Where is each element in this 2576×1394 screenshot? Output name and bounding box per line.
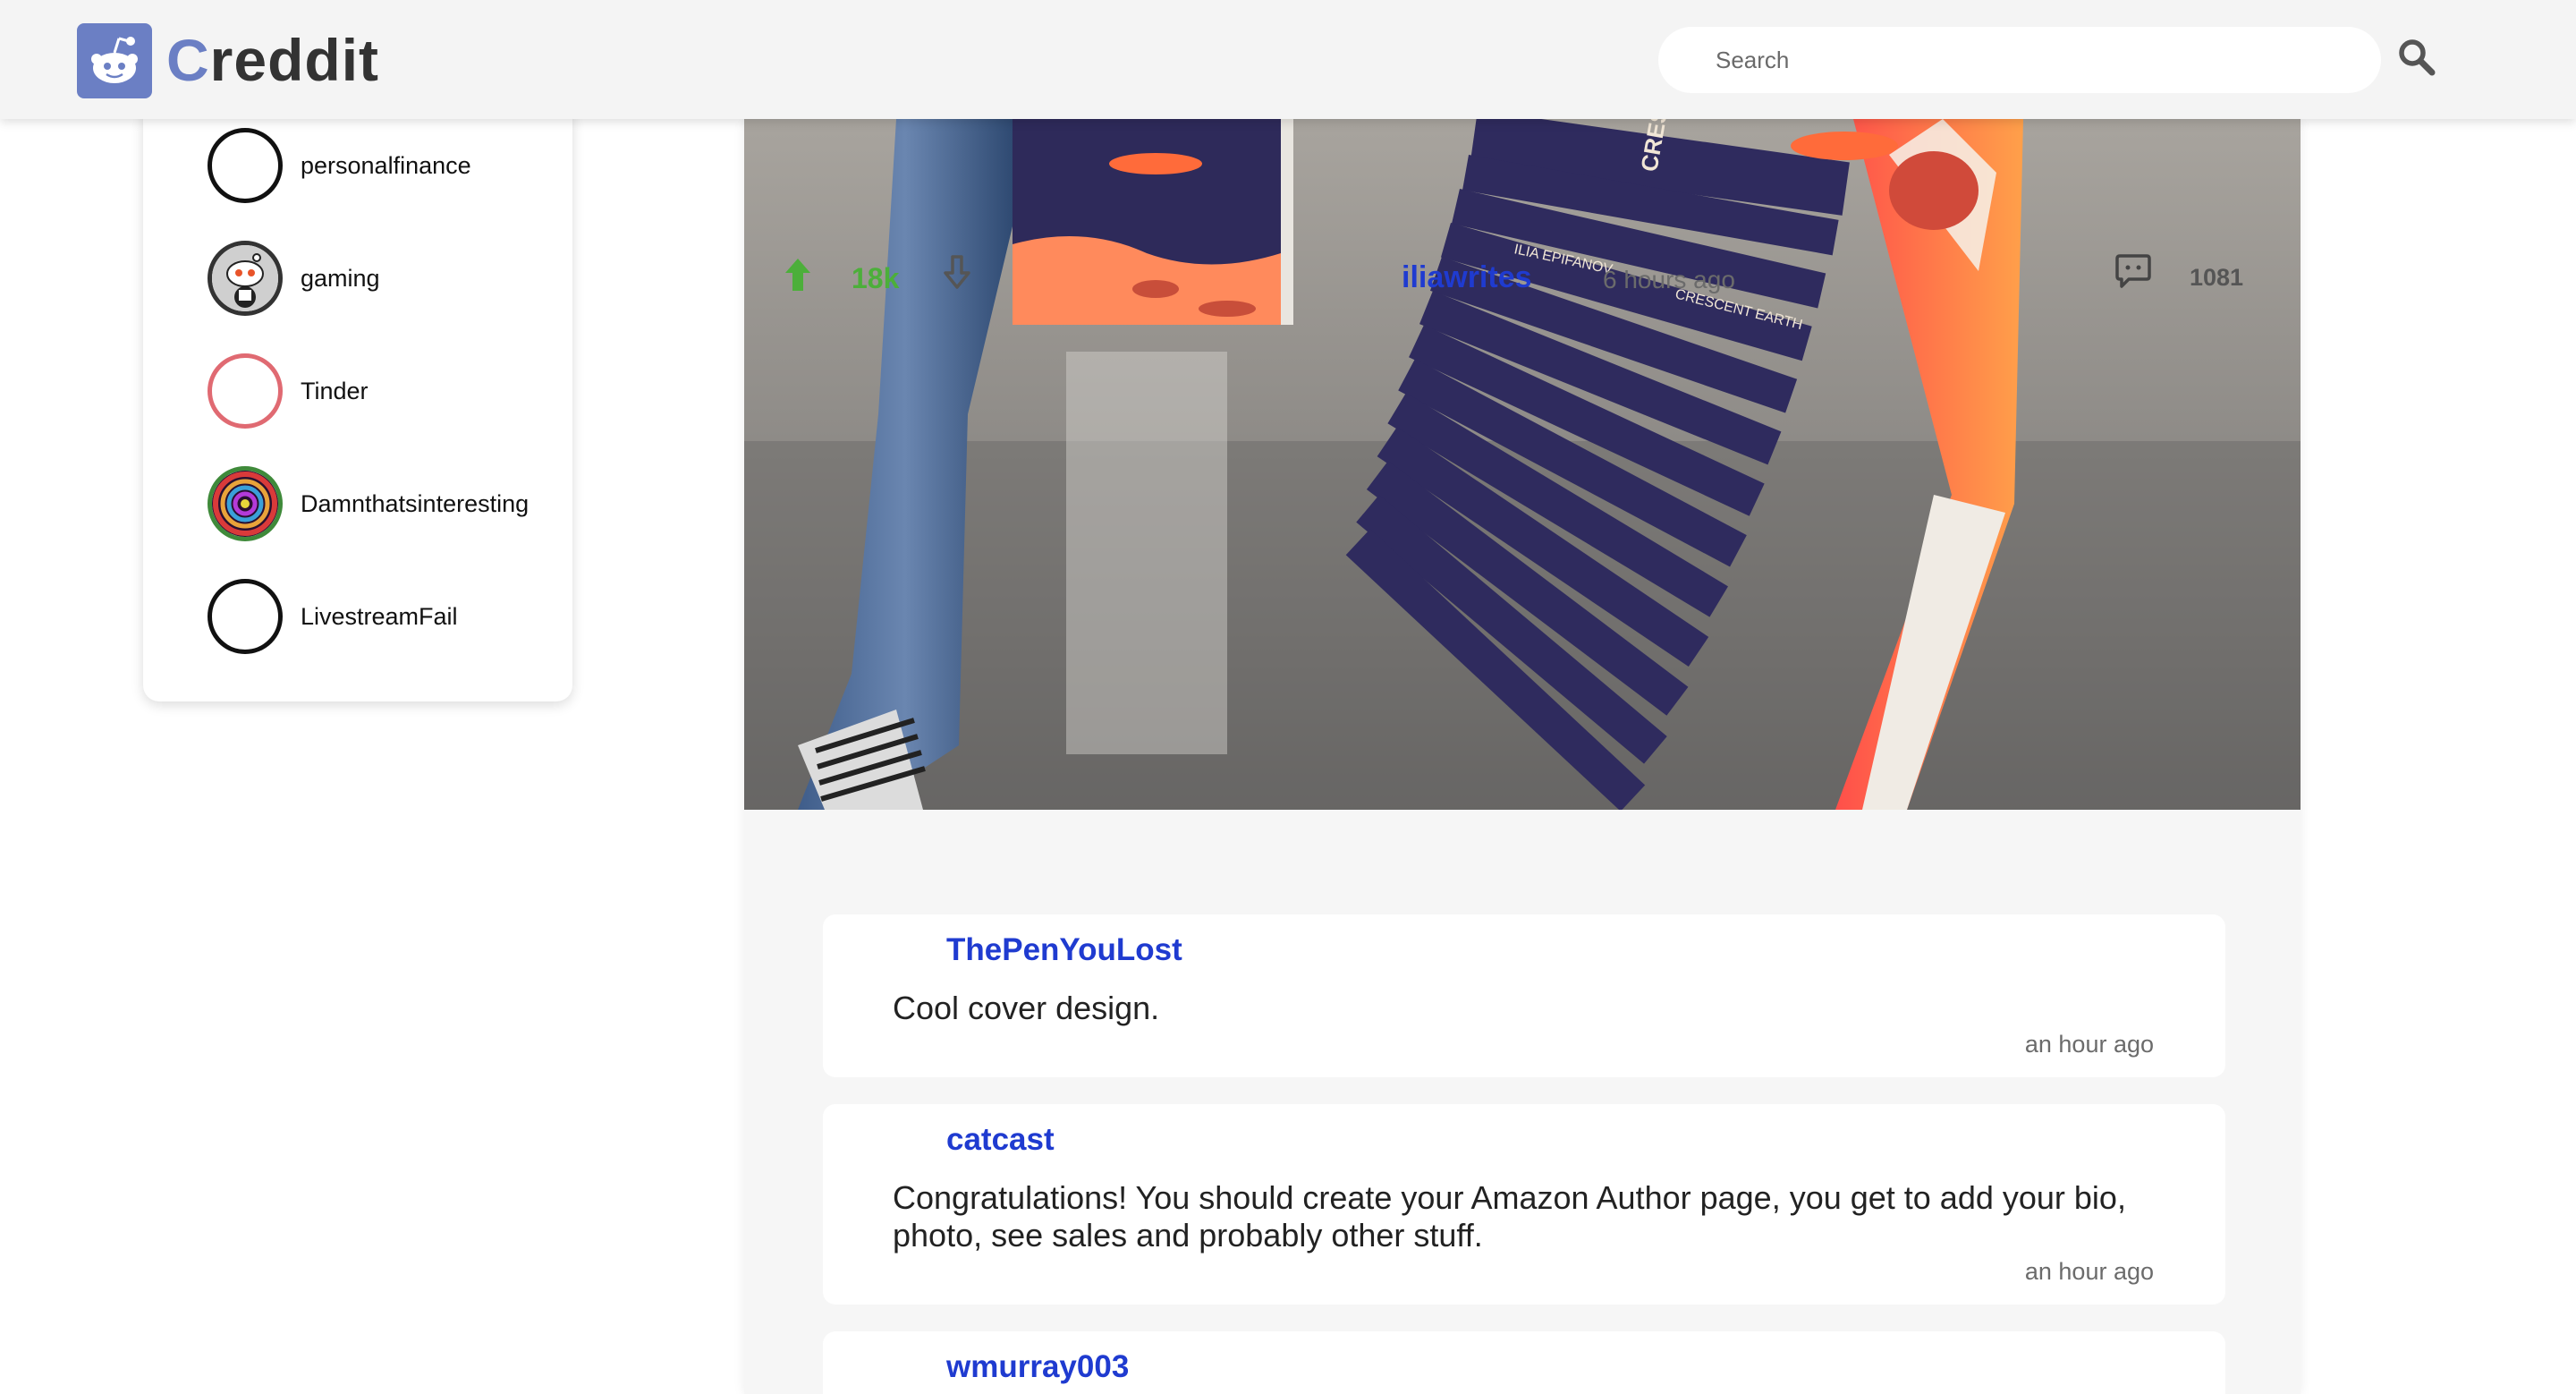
search-input[interactable] [1658, 27, 2381, 93]
sidebar-item-label: Damnthatsinteresting [301, 489, 530, 517]
sidebar-item-tinder[interactable]: Tinder [208, 353, 369, 429]
comment-author-link[interactable]: ThePenYouLost [946, 932, 1182, 968]
sidebar-item-label: gaming [301, 264, 380, 292]
sidebar-item-damnthatsinteresting[interactable]: Damnthatsinteresting [208, 465, 529, 542]
top-header: Creddit [0, 0, 2576, 119]
post-image[interactable]: CRESCENT EARTH ILIA EPIFANOV CRESCENT EA… [744, 119, 2301, 810]
app-title-rest: reddit [209, 27, 380, 93]
app-title-initial: C [166, 27, 210, 93]
comment-author-link[interactable]: catcast [946, 1122, 1055, 1158]
comment-body: Cool cover design. [893, 990, 1160, 1026]
comment-body: Congratulations! You should create your … [893, 1179, 2126, 1254]
upvote-arrow-icon[interactable] [780, 255, 816, 294]
comment-author-link[interactable]: wmurray003 [946, 1349, 1129, 1385]
comment-timestamp: an hour ago [2024, 1258, 2154, 1285]
plain-ring-icon [208, 128, 283, 203]
comment-count: 1081 [2190, 264, 2244, 291]
post-author-link[interactable]: iliawrites [1402, 260, 1532, 295]
post-timestamp: 6 hours ago [1603, 266, 1735, 293]
reddit-snoo-icon [208, 241, 283, 316]
vote-count: 18k [852, 262, 900, 294]
sidebar-item-gaming[interactable]: gaming [208, 240, 380, 317]
subreddit-sidebar: personalfinance gaming Tinder Damnthatsi… [143, 89, 572, 701]
comment-card: catcast Congratulations! You should crea… [823, 1104, 2225, 1305]
search-icon[interactable] [2397, 38, 2436, 77]
comment-card: wmurray003 [823, 1331, 2225, 1394]
sidebar-item-label: Tinder [301, 377, 369, 404]
reddit-logo-icon[interactable] [77, 23, 152, 98]
sidebar-item-label: LivestreamFail [301, 602, 458, 630]
comment-card: ThePenYouLost Cool cover design. an hour… [823, 914, 2225, 1077]
pink-ring-icon [208, 353, 283, 429]
post-card: CRESCENT EARTH ILIA EPIFANOV CRESCENT EA… [744, 119, 2301, 1394]
comment-bubble-icon[interactable] [2114, 253, 2152, 289]
plain-ring-icon [208, 579, 283, 654]
sidebar-item-label: personalfinance [301, 151, 471, 179]
app-title[interactable]: Creddit [166, 25, 379, 95]
comment-timestamp: an hour ago [2024, 1031, 2154, 1058]
sidebar-item-personalfinance[interactable]: personalfinance [208, 127, 471, 204]
downvote-arrow-icon[interactable] [939, 253, 975, 293]
sidebar-item-livestreamfail[interactable]: LivestreamFail [208, 578, 458, 655]
psychedelic-swirl-icon [208, 466, 283, 541]
